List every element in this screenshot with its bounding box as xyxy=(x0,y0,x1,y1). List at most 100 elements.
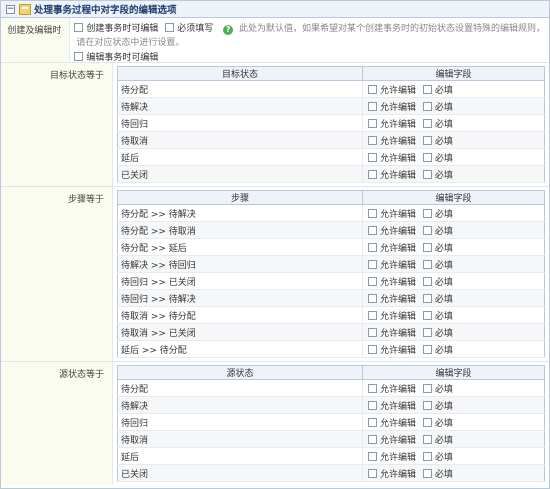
table-row: 待分配 允许编辑 必填 xyxy=(117,379,545,397)
edit-field-cell: 允许编辑 必填 xyxy=(362,447,545,465)
required-checkbox[interactable] xyxy=(165,23,175,32)
allow-edit-label: 允许编辑 xyxy=(380,452,417,463)
allow-edit-checkbox[interactable] xyxy=(368,383,377,393)
allow-edit-label: 允许编辑 xyxy=(380,294,417,305)
row-name: 待取消 >> 已关闭 xyxy=(117,323,363,341)
required-checkbox[interactable] xyxy=(422,293,432,303)
required-label: 必填 xyxy=(434,452,453,463)
target-state-body: 待分配 允许编辑 必填 待解决 允许编辑 必填 待回归 允许编辑 必填 待取消 允许编辑 必填… xyxy=(117,80,545,183)
row-name: 延后 xyxy=(117,148,363,166)
required-checkbox[interactable] xyxy=(422,152,432,162)
allow-edit-checkbox[interactable] xyxy=(368,468,377,478)
edit-field-cell: 允许编辑 必填 xyxy=(362,306,545,324)
allow-edit-checkbox[interactable] xyxy=(368,310,377,320)
required-checkbox[interactable] xyxy=(422,310,432,320)
allow-edit-label: 允许编辑 xyxy=(380,226,417,237)
required-checkbox[interactable] xyxy=(422,225,432,235)
required-label: 必填 xyxy=(434,260,453,271)
required-label: 必填 xyxy=(434,328,453,339)
allow-edit-checkbox[interactable] xyxy=(368,101,377,111)
allow-edit-label: 允许编辑 xyxy=(380,170,417,181)
allow-edit-checkbox[interactable] xyxy=(368,118,377,128)
allow-edit-checkbox[interactable] xyxy=(368,259,377,269)
table-row: 已关闭 允许编辑 必填 xyxy=(117,165,545,183)
table-row: 待分配 >> 待取消 允许编辑 必填 xyxy=(117,221,545,239)
allow-edit-checkbox[interactable] xyxy=(368,400,377,410)
allow-edit-label: 允许编辑 xyxy=(380,345,417,356)
required-checkbox[interactable] xyxy=(422,259,432,269)
allow-edit-checkbox[interactable] xyxy=(368,152,377,162)
table-row: 待回归 允许编辑 必填 xyxy=(117,114,545,132)
required-checkbox[interactable] xyxy=(422,434,432,444)
required-checkbox[interactable] xyxy=(422,344,432,354)
row-name: 待取消 xyxy=(117,430,363,448)
required-checkbox[interactable] xyxy=(422,208,432,218)
edit-allow-checkbox[interactable] xyxy=(74,52,84,61)
allow-edit-checkbox[interactable] xyxy=(368,84,377,94)
col-header-edit-field: 编辑字段 xyxy=(362,365,545,380)
step-label: 步骤等于 xyxy=(1,187,113,361)
required-checkbox[interactable] xyxy=(422,383,432,393)
source-state-label: 源状态等于 xyxy=(1,362,113,485)
folder-icon xyxy=(19,3,31,15)
row-name: 已关闭 xyxy=(117,165,363,183)
required-checkbox[interactable] xyxy=(422,451,432,461)
allow-edit-checkbox[interactable] xyxy=(368,417,377,427)
required-checkbox[interactable] xyxy=(422,327,432,337)
allow-edit-label: 允许编辑 xyxy=(380,277,417,288)
required-checkbox[interactable] xyxy=(422,276,432,286)
required-checkbox[interactable] xyxy=(422,169,432,179)
allow-edit-checkbox[interactable] xyxy=(368,293,377,303)
allow-edit-checkbox[interactable] xyxy=(368,434,377,444)
source-state-body: 待分配 允许编辑 必填 待解决 允许编辑 必填 待回归 允许编辑 必填 待取消 允许编辑 必填… xyxy=(117,379,545,482)
required-label: 必填 xyxy=(434,209,453,220)
row-name: 延后 xyxy=(117,447,363,465)
required-checkbox[interactable] xyxy=(422,242,432,252)
section-header: − 处理事务过程中对字段的编辑选项 xyxy=(1,1,549,18)
allow-edit-checkbox[interactable] xyxy=(368,225,377,235)
required-label: 必填 xyxy=(434,119,453,130)
table-row: 待取消 >> 已关闭 允许编辑 必填 xyxy=(117,323,545,341)
required-checkbox[interactable] xyxy=(422,118,432,128)
target-state-row: 目标状态等于 目标状态 编辑字段 待分配 允许编辑 必填 待解决 允许编辑 必填 待回归… xyxy=(1,63,549,187)
required-checkbox[interactable] xyxy=(422,400,432,410)
required-checkbox[interactable] xyxy=(422,135,432,145)
row-name: 待分配 xyxy=(117,379,363,397)
create-allow-checkbox[interactable] xyxy=(74,23,84,32)
table-row: 待取消 >> 待分配 允许编辑 必填 xyxy=(117,306,545,324)
required-checkbox[interactable] xyxy=(422,468,432,478)
field-edit-options-panel: − 处理事务过程中对字段的编辑选项 创建及编辑时 创建事务时可编辑 必须填写 ?… xyxy=(0,0,550,489)
edit-field-cell: 允许编辑 必填 xyxy=(362,396,545,414)
allow-edit-checkbox[interactable] xyxy=(368,208,377,218)
collapse-toggle-icon[interactable]: − xyxy=(6,4,15,14)
allow-edit-checkbox[interactable] xyxy=(368,242,377,252)
allow-edit-label: 允许编辑 xyxy=(380,153,417,164)
allow-edit-label: 允许编辑 xyxy=(380,102,417,113)
required-checkbox[interactable] xyxy=(422,417,432,427)
edit-field-cell: 允许编辑 必填 xyxy=(362,323,545,341)
edit-field-cell: 允许编辑 必填 xyxy=(362,165,545,183)
help-icon[interactable]: ? xyxy=(223,25,234,35)
create-allow-label: 创建事务时可编辑 xyxy=(86,24,159,34)
edit-field-cell: 允许编辑 必填 xyxy=(362,80,545,98)
edit-field-cell: 允许编辑 必填 xyxy=(362,289,545,307)
edit-field-cell: 允许编辑 必填 xyxy=(362,131,545,149)
source-state-table: 源状态 编辑字段 待分配 允许编辑 必填 待解决 允许编辑 必填 待回归 允许编辑 必填待… xyxy=(117,365,545,482)
target-state-label: 目标状态等于 xyxy=(1,63,113,186)
required-checkbox[interactable] xyxy=(422,101,432,111)
allow-edit-label: 允许编辑 xyxy=(380,243,417,254)
table-row: 待解决 >> 待回归 允许编辑 必填 xyxy=(117,255,545,273)
required-checkbox[interactable] xyxy=(422,84,432,94)
edit-field-cell: 允许编辑 必填 xyxy=(362,379,545,397)
allow-edit-checkbox[interactable] xyxy=(368,169,377,179)
allow-edit-checkbox[interactable] xyxy=(368,135,377,145)
allow-edit-label: 允许编辑 xyxy=(380,435,417,446)
allow-edit-checkbox[interactable] xyxy=(368,451,377,461)
allow-edit-checkbox[interactable] xyxy=(368,344,377,354)
table-row: 待回归 允许编辑 必填 xyxy=(117,413,545,431)
allow-edit-checkbox[interactable] xyxy=(368,276,377,286)
table-row: 待解决 允许编辑 必填 xyxy=(117,97,545,115)
table-row: 待回归 >> 待解决 允许编辑 必填 xyxy=(117,289,545,307)
allow-edit-checkbox[interactable] xyxy=(368,327,377,337)
edit-field-cell: 允许编辑 必填 xyxy=(362,430,545,448)
